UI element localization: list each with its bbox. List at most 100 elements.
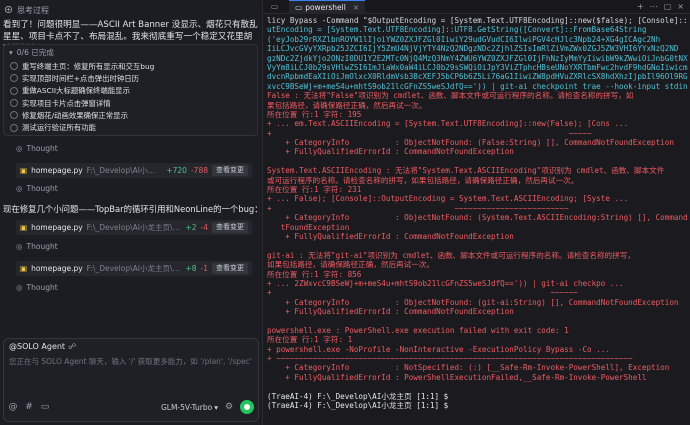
model-selector[interactable]: GLM-5V-Turbo ▾ <box>161 403 218 412</box>
todo-list: ▾ 0/6 已完成 重写终端主页：修复所有显示和交互bug 实现顶部时间栏+点击… <box>3 44 258 136</box>
terminal-line: licy Bypass -Command "$OutputEncoding = … <box>267 16 688 25</box>
at-mention-icon[interactable]: @ <box>8 402 18 412</box>
assistant-message: 现在修复几个小问题——TopBar的循环引用和NeonLine的一个bug： <box>3 204 262 214</box>
close-icon[interactable]: × <box>353 3 359 12</box>
file-change-card[interactable]: ▣ homepage.py F:\_Develop\AI小龙主页\homepag… <box>16 261 252 276</box>
agent-mention: @SOLO Agent ☍ <box>9 342 76 351</box>
chevron-down-icon: ▾ <box>9 48 13 57</box>
todo-item: 重写终端主页：修复所有显示和交互bug <box>4 60 257 72</box>
terminal-line: 所在位置 行:1 字符: 1 <box>267 335 353 345</box>
file-path: F:\_Develop\AI小龙主页\homepage.py <box>86 264 182 273</box>
todo-circle-icon <box>10 74 18 83</box>
terminal-line: powershell.exe : PowerShell.exe executio… <box>267 325 569 335</box>
terminal-line: xvcC9BSeWj+m+meS4u+mhtS9ob21lcGFnZS5weSJ… <box>267 81 688 91</box>
terminal-line: + ~~~~~~~~~~~~~~~~~~~~~~~~~ <box>267 203 569 213</box>
terminal-line: + FullyQualifiedErrorId : CommandNotFoun… <box>267 147 514 157</box>
terminal-icon: ▭ <box>295 2 303 12</box>
todo-item-label: 测试运行验证所有功能 <box>22 123 96 133</box>
file-name: homepage.py <box>31 166 83 175</box>
thought-toggle[interactable]: ◎ Thought <box>16 283 58 292</box>
terminal-line: git-ai : 无法将"git-ai"项识别为 cmdlet、函数、脚本文件或… <box>267 250 635 260</box>
thinking-header[interactable]: 思考过程 <box>4 3 49 17</box>
thought-label: Thought <box>26 184 58 193</box>
chat-input-box[interactable]: @SOLO Agent ☍ 您正在与 SOLO Agent 聊天，输入 '/' … <box>3 338 259 422</box>
terminal-line: + ~~~~~ <box>267 128 592 138</box>
sparkle-icon: ◎ <box>16 184 23 193</box>
lines-removed: -4 <box>200 223 208 232</box>
send-button[interactable] <box>240 400 254 414</box>
view-changes-button[interactable]: 查看变更 <box>212 263 248 274</box>
python-file-icon: ▣ <box>20 264 28 273</box>
terminal-line: VyYm8iLCJ0b29sVHlwZSI6ImJlaWx0aW4iLCJ0b2… <box>267 62 688 72</box>
sparkle-icon: ◎ <box>16 144 23 153</box>
terminal-line: + CategoryInfo : ObjectNotFound: (git-ai… <box>267 297 679 307</box>
file-name: homepage.py <box>31 264 83 273</box>
todo-circle-icon <box>10 123 18 132</box>
todo-item-label: 修复烟花/动画效果确保正常显示 <box>22 110 128 120</box>
terminal-tab-powershell[interactable]: ▭ powershell × <box>289 0 366 14</box>
thought-toggle[interactable]: ◎ Thought <box>16 242 58 251</box>
chat-input-placeholder[interactable]: 您正在与 SOLO Agent 聊天，输入 '/' 获取更多能力，如 '/pla… <box>9 356 252 367</box>
terminal-line: + FullyQualifiedErrorId : CommandNotFoun… <box>267 307 514 317</box>
terminal-line: + ... False); [Console]::OutputEncoding … <box>267 194 629 204</box>
file-path: F:\_Develop\AI小龙主页\homepage.py <box>86 223 182 232</box>
file-change-card[interactable]: ▣ homepage.py F:\_Develop\AI小龙主页\homepag… <box>16 220 252 235</box>
add-terminal-icon[interactable]: + <box>637 2 644 11</box>
settings-icon[interactable]: ⚙ <box>224 402 234 412</box>
lines-added: +720 <box>166 166 187 175</box>
more-icon[interactable]: ⋯ <box>650 2 658 11</box>
terminal-icon: ▭ <box>271 2 279 11</box>
file-change-card[interactable]: ▣ homepage.py F:\_Develop\AI小龙主页\homepag… <box>16 163 252 178</box>
terminal-line: IiLCJvcGVyYXRpb25JZCI6IjY5ZmU4NjVjYTY4Nz… <box>267 44 679 54</box>
close-panel-icon[interactable]: × <box>677 2 684 11</box>
todo-item: 实现顶部时间栏+点击弹出时钟日历 <box>4 72 257 84</box>
todo-circle-icon <box>10 86 18 95</box>
terminal-line: + ~~~~~~~~~~~~~~~~~~~~~~~~~~~~~~~~~~~~~~… <box>267 354 633 364</box>
terminal-tab[interactable]: ▭ <box>265 0 287 14</box>
terminal-line: System.Text.ASCIIEncoding : 无法将"System.T… <box>267 166 665 176</box>
terminal-line: 果包括路径，请确保路径正确，然后再试一次。 <box>267 100 427 110</box>
todo-item: 测试运行验证所有功能 <box>4 121 257 133</box>
terminal-line: + powershell.exe -NoProfile -NonInteract… <box>267 344 610 354</box>
terminal-line: dvcnRpbmdEaXIiOiJmOlxcX0RldmVsb3BcXEFJ5b… <box>267 72 688 82</box>
python-file-icon: ▣ <box>20 166 28 175</box>
maximize-icon[interactable]: ▢ <box>664 2 672 11</box>
agent-label: @SOLO Agent <box>9 342 66 351</box>
view-changes-button[interactable]: 查看变更 <box>212 222 248 233</box>
terminal-tabbar: ▭ ▭ powershell × + ⋯ ▢ × <box>263 0 690 14</box>
todo-item: 修复烟花/动画效果确保正常显示 <box>4 109 257 121</box>
todo-circle-icon <box>10 99 18 108</box>
terminal-line: (TraeAI-4) F:\_Develop\AI小龙主页 [1:1] $ <box>267 401 449 411</box>
terminal-line: 所在位置 行:1 字符: 231 <box>267 185 362 195</box>
todo-item-label: 重写终端主页：修复所有显示和交互bug <box>22 61 155 71</box>
terminal-line: + ... em.Text.ASCIIEncoding = [System.Te… <box>267 119 629 129</box>
todo-item-label: 重做ASCII大标题确保终端能显示 <box>22 86 130 96</box>
todo-item: 实现项目卡片点击弹窗详情 <box>4 97 257 109</box>
terminal-line: + CategoryInfo : ObjectNotFound: (False:… <box>267 138 674 148</box>
terminal-output[interactable]: licy Bypass -Command "$OutputEncoding = … <box>267 16 688 425</box>
terminal-line: False : 无法将"False"项识别为 cmdlet、函数、脚本文件或可运… <box>267 91 634 101</box>
lines-removed: -788 <box>190 166 208 175</box>
thinking-label: 思考过程 <box>17 5 49 15</box>
terminal-line: 所在位置 行:1 字符: 856 <box>267 269 362 279</box>
terminal-line: + ... 2ZWxvcC9BSeWj+m+meS4u+mhtS9ob21lcG… <box>267 278 624 288</box>
terminal-tab-label: powershell <box>305 2 346 12</box>
model-name: GLM-5V-Turbo <box>160 402 213 412</box>
thought-label: Thought <box>26 144 58 153</box>
todo-header[interactable]: ▾ 0/6 已完成 <box>4 45 257 60</box>
terminal-panel: ▭ ▭ powershell × + ⋯ ▢ × licy Bypass -Co… <box>262 0 690 425</box>
lines-added: +8 <box>185 264 197 273</box>
file-path: F:\_Develop\AI小龙主页\homepage.py <box>86 166 163 175</box>
thought-label: Thought <box>26 242 58 251</box>
thought-toggle[interactable]: ◎ Thought <box>16 184 58 193</box>
terminal-line: + CategoryInfo : NotSpecified: (:) [__Sa… <box>267 363 670 373</box>
thought-toggle[interactable]: ◎ Thought <box>16 144 58 153</box>
python-file-icon: ▣ <box>20 223 28 232</box>
image-icon[interactable]: ▭ <box>40 402 50 412</box>
view-changes-button[interactable]: 查看变更 <box>212 165 248 176</box>
hash-icon[interactable]: # <box>24 402 34 412</box>
